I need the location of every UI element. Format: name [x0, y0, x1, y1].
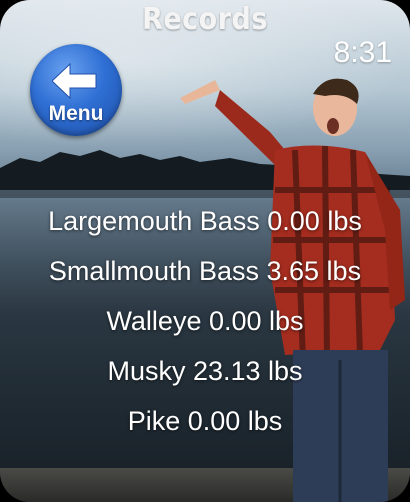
- record-smallmouth-bass: Smallmouth Bass 3.65 lbs: [48, 256, 362, 286]
- status-clock: 8:31: [333, 36, 392, 69]
- record-pike: Pike 0.00 lbs: [127, 406, 283, 436]
- menu-back-button[interactable]: Menu: [30, 44, 122, 136]
- back-arrow-icon: [52, 62, 97, 100]
- menu-button-label: Menu: [48, 102, 104, 125]
- page-title: Records: [142, 2, 268, 37]
- record-walleye: Walleye 0.00 lbs: [106, 306, 304, 336]
- record-largemouth-bass: Largemouth Bass 0.00 lbs: [48, 206, 362, 236]
- records-screen: Records 8:31 Menu Largemouth Bass 0.00 l…: [0, 0, 410, 502]
- records-list: Largemouth Bass 0.00 lbs Smallmouth Bass…: [0, 196, 410, 446]
- record-musky: Musky 23.13 lbs: [107, 356, 303, 386]
